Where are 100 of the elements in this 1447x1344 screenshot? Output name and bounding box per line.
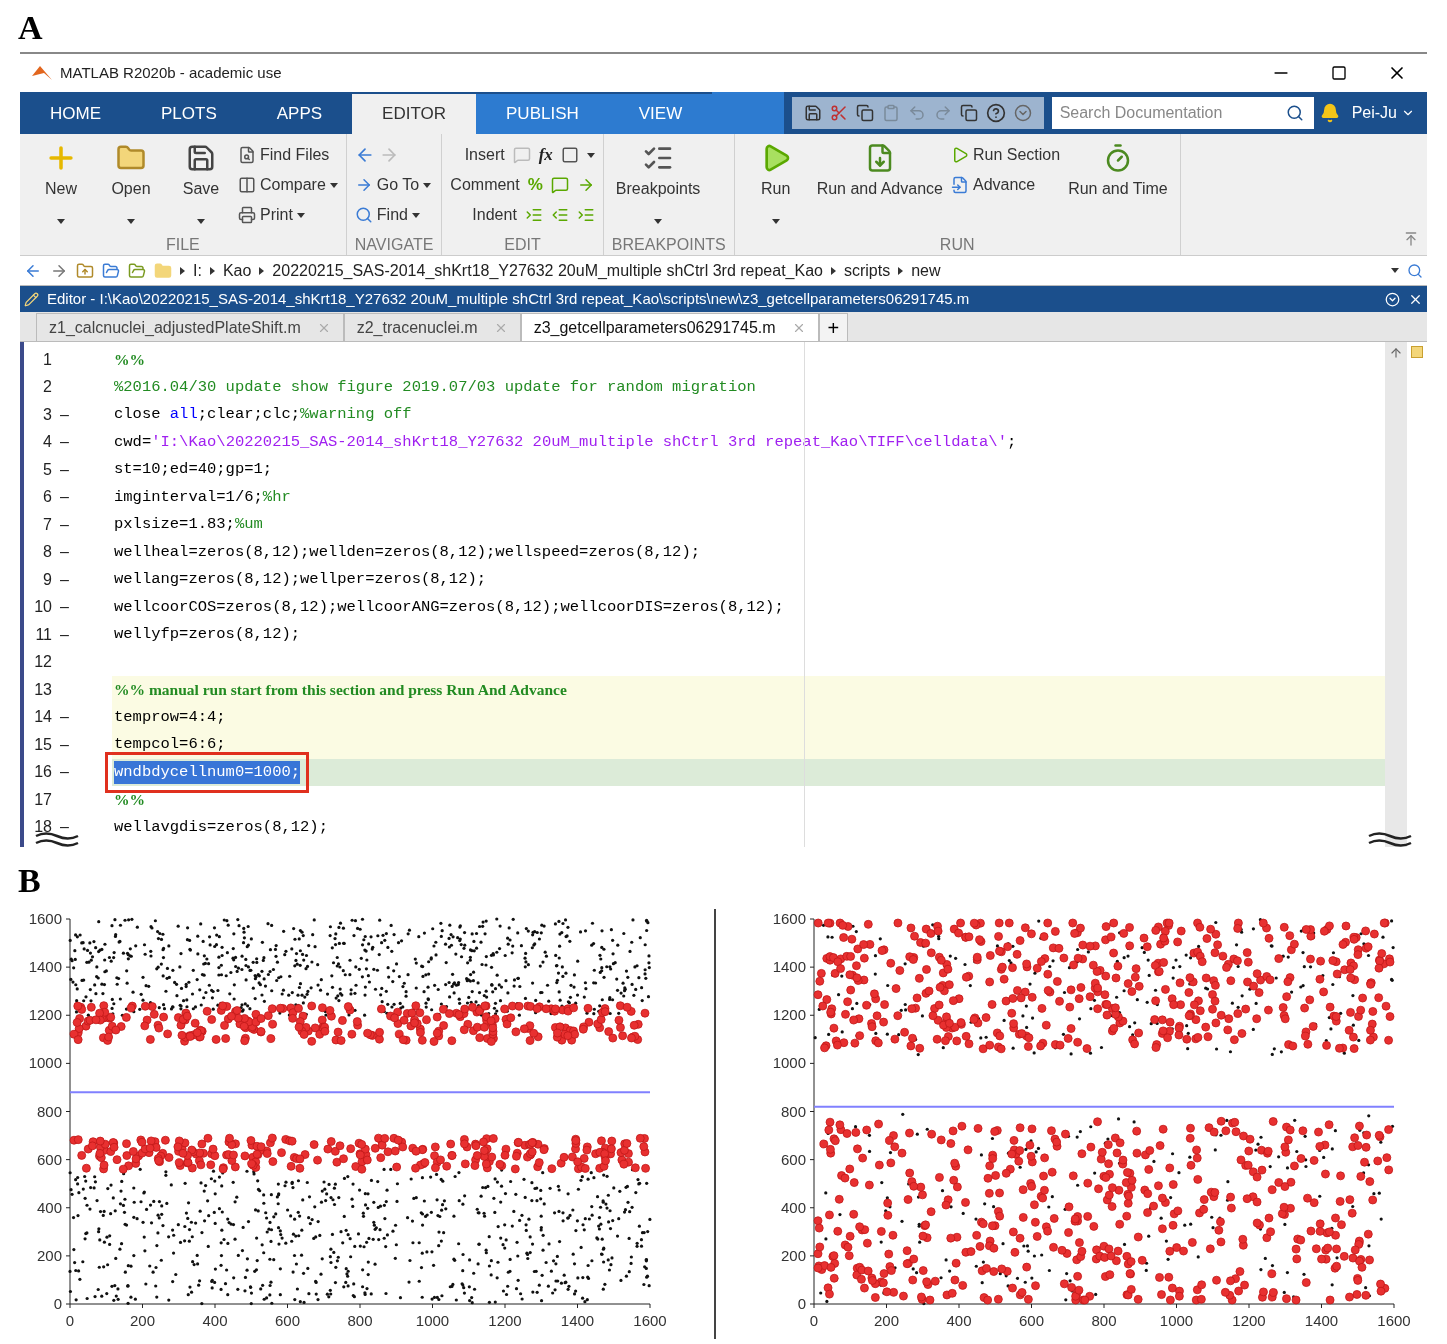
ribbon-button[interactable]: Run and Advance — [812, 138, 947, 233]
ribbon-tab[interactable]: APPS — [246, 94, 353, 134]
code-text: 'I:\Kao\20220215_SAS-2014_shKrt18_Y27632 20uM_multiple shCtrl 3rd repeat_Kao\TIFF\celldata\' — [151, 431, 1007, 453]
code-text: wndbdycellnum0=1000; — [114, 760, 301, 784]
breakpoint-dash: – — [60, 404, 69, 425]
clipboard-icon[interactable] — [881, 104, 900, 122]
tick-label: 1600 — [772, 910, 806, 927]
ribbon-tab[interactable]: EDITOR — [352, 94, 477, 134]
breakpoint-dash: – — [60, 817, 69, 838]
code-text: %um — [234, 514, 263, 536]
ribbon-button[interactable]: New — [28, 138, 94, 233]
scissors-icon[interactable] — [829, 104, 848, 122]
copy-icon[interactable] — [855, 104, 874, 122]
caret-icon — [296, 212, 305, 218]
save-icon[interactable] — [803, 104, 822, 122]
ribbon-button[interactable]: Open — [98, 138, 164, 233]
code-text: %% manual run start from this section and press Run And Advance — [114, 680, 567, 701]
ribbon-button[interactable]: Breakpoints — [611, 138, 705, 233]
line-number: 16 — [33, 762, 52, 783]
caret-icon — [423, 182, 432, 188]
line-number: 2 — [42, 377, 52, 398]
ribbon-tab[interactable]: PLOTS — [131, 94, 247, 134]
ribbon-button[interactable]: Save — [168, 138, 234, 233]
ribbon-command[interactable]: Go To — [354, 170, 432, 200]
tick-label: 1200 — [488, 1312, 522, 1329]
line-number: 9 — [42, 569, 52, 590]
breakpoint-dash: – — [60, 569, 69, 590]
line-number: 10 — [33, 597, 52, 618]
code-text: %2016.04/30 update show figure 2019.07/03 update for random migration — [114, 376, 756, 398]
search-field[interactable]: Search Documentation — [1051, 97, 1314, 129]
path-segment[interactable]: 20220215_SAS-2014_shKrt18_Y27632 20uM_multiple shCtrl 3rd repeat_Kao — [272, 258, 823, 283]
ribbon-command[interactable]: Find Files — [238, 140, 338, 170]
tick-label: 800 — [347, 1312, 373, 1329]
tick-label: 1000 — [1159, 1312, 1194, 1329]
ribbon-command[interactable]: Indent — [472, 203, 517, 227]
ribbon-command[interactable]: Compare — [238, 170, 338, 200]
dropdown-icon[interactable] — [1013, 104, 1032, 122]
code-text: temprow=4:4; — [114, 706, 226, 728]
ribbon-tab[interactable]: HOME — [20, 94, 131, 134]
line-number: 11 — [34, 624, 52, 645]
path-segment[interactable]: I: — [193, 258, 202, 283]
path-separator-icon — [209, 266, 215, 275]
ribbon-command[interactable]: Run Section — [950, 140, 1061, 170]
search-icon[interactable] — [1407, 262, 1423, 279]
scrollbar[interactable] — [1385, 342, 1407, 847]
ribbon-command[interactable]: Find — [354, 200, 432, 230]
new-tab-button[interactable]: + — [818, 313, 849, 341]
tick-label: 1200 — [772, 1006, 806, 1024]
glyph-icon[interactable]: fx — [538, 142, 553, 168]
ribbon-command[interactable]: Advance — [950, 170, 1061, 200]
caret-icon — [1391, 268, 1399, 273]
file-tab[interactable]: z3_getcellparameters06291745.m — [520, 313, 819, 341]
tick-label: 800 — [1091, 1312, 1117, 1329]
code-text: close — [114, 404, 162, 426]
ribbon-button[interactable]: Run and Time — [1064, 138, 1172, 233]
ribbon-command[interactable]: Comment — [450, 173, 520, 197]
folder-up-icon[interactable] — [76, 261, 94, 280]
search-icon — [354, 206, 373, 224]
code-text: cwd= — [114, 431, 152, 453]
code-text: pxlsize=1.83; — [114, 514, 235, 536]
folder-open-icon[interactable] — [102, 261, 120, 280]
ribbon-command[interactable]: Print — [238, 200, 338, 230]
breakpoint-dash: – — [60, 762, 69, 783]
line-number: 12 — [33, 652, 52, 673]
status-marker-icon — [1411, 346, 1423, 358]
tick-label: 400 — [780, 1198, 806, 1216]
caret-icon — [586, 152, 595, 158]
window-title: MATLAB R2020b - academic use — [60, 62, 282, 83]
code-text: wellavgdis=zeros(8,12); — [114, 816, 328, 838]
tick-label: 1000 — [415, 1312, 450, 1329]
code-text: %% — [114, 790, 145, 811]
ribbon-tab[interactable]: PUBLISH — [476, 94, 609, 134]
code-text: wellheal=zeros(8,12);wellden=zeros(8,12);wellspeed=zeros(8,12); — [114, 541, 700, 563]
help-icon[interactable] — [985, 103, 1006, 123]
file-tab[interactable]: z1_calcnuclei_adjustedPlateShift.m — [36, 313, 344, 341]
maximize-icon[interactable] — [1331, 65, 1347, 81]
file-tab[interactable]: z2_tracenuclei.m — [343, 313, 521, 341]
indent-icon — [524, 206, 543, 224]
line-number: 8 — [42, 542, 52, 563]
ribbon-tab[interactable]: VIEW — [608, 94, 713, 134]
path-segment[interactable]: new — [911, 258, 941, 283]
ribbon-button[interactable]: Run — [742, 138, 809, 233]
code-text: %% — [114, 350, 145, 371]
collapse-icon[interactable] — [1403, 231, 1419, 247]
breakpoint-dash: – — [60, 597, 69, 618]
user-menu[interactable]: Pei-Ju — [1347, 101, 1419, 125]
ribbon-command[interactable]: Insert — [464, 143, 505, 167]
tick-label: 600 — [780, 1150, 806, 1168]
menu-icon[interactable] — [1385, 291, 1400, 307]
bell-icon[interactable] — [1319, 103, 1340, 123]
browse-folder-icon[interactable] — [128, 261, 146, 280]
breakpoint-dash: – — [60, 487, 69, 508]
insert-icon — [512, 146, 531, 164]
printer-icon — [238, 206, 256, 224]
path-segment[interactable]: Kao — [222, 258, 252, 283]
tick-label: 200 — [780, 1246, 806, 1264]
path-segment[interactable]: scripts — [843, 258, 891, 283]
scroll-up-icon[interactable] — [1389, 346, 1403, 360]
tick-label: 1400 — [772, 958, 806, 976]
tick-label: 1400 — [28, 958, 62, 976]
